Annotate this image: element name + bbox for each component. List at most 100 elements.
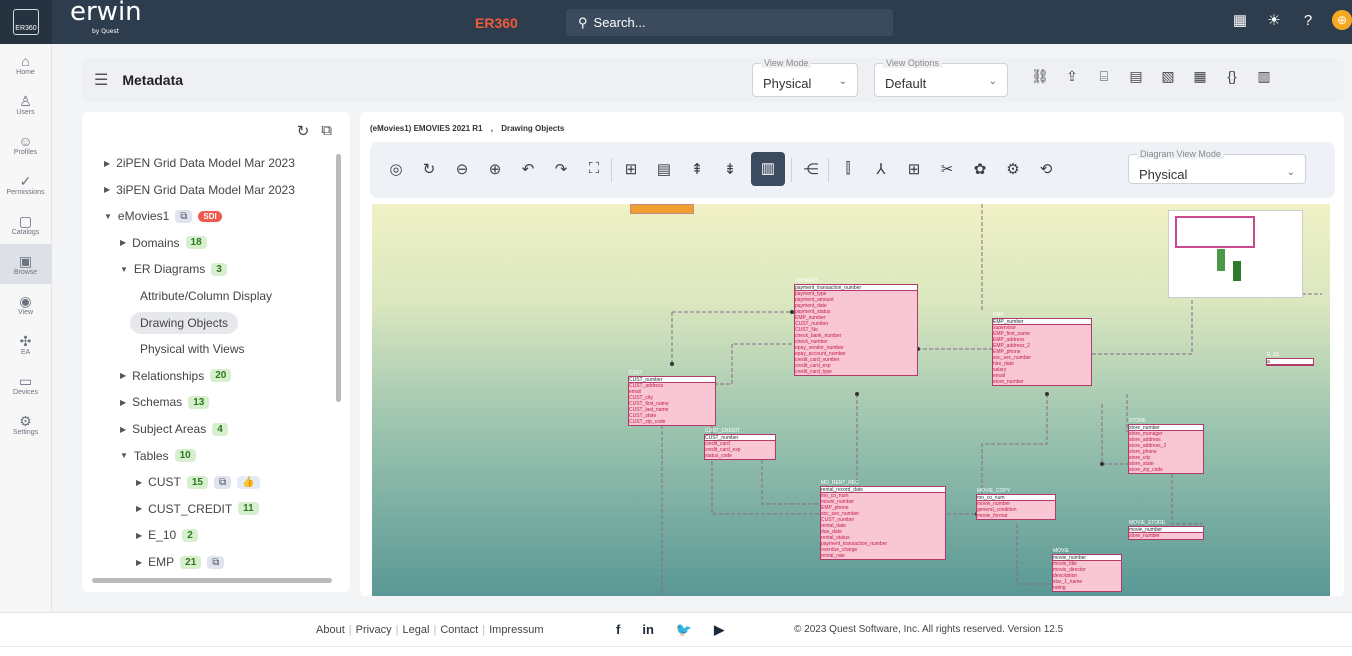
nav-item-settings[interactable]: ⚙ Settings	[0, 404, 51, 444]
facebook-icon[interactable]: f	[616, 622, 620, 638]
collapsed-arrow-icon[interactable]: ▶	[120, 425, 126, 434]
view-options-select[interactable]: View Options Default ⌄	[874, 58, 1008, 97]
tree-node[interactable]: ▶ Domains 18	[120, 236, 207, 250]
entity-cust_credit[interactable]: CUST_CREDIT CUST_number credit_card credit_…	[704, 428, 776, 460]
toolbar-icon-6[interactable]: ⛶	[582, 160, 606, 177]
collapsed-arrow-icon[interactable]: ▶	[120, 398, 126, 407]
breadcrumb-model[interactable]: (eMovies1) EMOVIES 2021 R1	[370, 124, 483, 133]
toolbar-icon-15[interactable]: ⊞	[902, 160, 926, 178]
entity-payment[interactable]: PAYMENT payment_transaction_number payment…	[794, 278, 918, 376]
nav-item-catalogs[interactable]: ▢ Catalogs	[0, 204, 51, 244]
tree-node[interactable]: Attribute/Column Display	[140, 289, 272, 303]
nav-item-devices[interactable]: ▭ Devices	[0, 364, 51, 404]
toolbar-icon-0[interactable]: ◎	[384, 160, 408, 178]
toolbar-icon-18[interactable]: ⚙	[1001, 160, 1025, 178]
entity-movie_store[interactable]: MOVIE_STORE movie_number store_number	[1128, 520, 1204, 540]
expanded-arrow-icon[interactable]: ▼	[120, 265, 128, 274]
copy-icon[interactable]: ⧉	[321, 122, 332, 140]
save-icon[interactable]: ▦	[1230, 11, 1250, 29]
collapsed-arrow-icon[interactable]: ▶	[136, 558, 142, 567]
toolbar-icon-11[interactable]: ▥	[751, 152, 785, 186]
help-icon[interactable]: ?	[1298, 12, 1318, 29]
tree-node[interactable]: Physical with Views	[140, 342, 244, 356]
diagram-minimap[interactable]	[1168, 210, 1303, 298]
twitter-icon[interactable]: 🐦	[676, 622, 692, 638]
global-search[interactable]: ⚲ Search...	[566, 9, 893, 36]
refresh-icon[interactable]: ↻	[297, 122, 310, 140]
menu-toggle-icon[interactable]: ☰	[94, 70, 108, 90]
footer-link-impressum[interactable]: Impressum	[489, 624, 543, 636]
toolbar-icon-4[interactable]: ↶	[516, 160, 540, 178]
youtube-icon[interactable]: ▶	[714, 622, 724, 638]
globe-icon[interactable]: ⊕	[1332, 10, 1352, 30]
tree-node[interactable]: ▼ ER Diagrams 3	[120, 262, 227, 276]
nav-item-profiles[interactable]: ☺ Profiles	[0, 124, 51, 164]
tree-node[interactable]: Drawing Objects	[130, 311, 239, 334]
excel-export-icon[interactable]: ▦	[1184, 68, 1216, 85]
minimap-viewport[interactable]	[1175, 216, 1255, 248]
tree-node[interactable]: ▶ CUST_CREDIT 11	[136, 502, 259, 516]
collapsed-arrow-icon[interactable]: ▶	[136, 504, 142, 513]
tree-node[interactable]: ▶ EMP 21 ⧉	[136, 555, 225, 569]
toolbar-icon-5[interactable]: ↷	[549, 160, 573, 178]
home-logo[interactable]: ER360	[0, 0, 52, 44]
tree-node[interactable]: ▶ 2iPEN Grid Data Model Mar 2023	[104, 156, 295, 170]
tree-node[interactable]: ▼ eMovies1 ⧉ SDI	[104, 209, 222, 223]
footer-link-privacy[interactable]: Privacy	[356, 624, 392, 636]
tree-node[interactable]: ▼ Tables 10	[120, 449, 196, 463]
toolbar-icon-9[interactable]: ⇞	[685, 160, 709, 178]
tree-horizontal-scrollbar[interactable]	[92, 578, 332, 583]
nav-item-home[interactable]: ⌂ Home	[0, 44, 51, 84]
toolbar-icon-12[interactable]: ⋲	[799, 160, 823, 178]
expanded-arrow-icon[interactable]: ▼	[104, 212, 112, 221]
toolbar-icon-3[interactable]: ⊕	[483, 160, 507, 178]
nav-item-browse[interactable]: ▣ Browse	[0, 244, 51, 284]
tree-node[interactable]: ▶ 3iPEN Grid Data Model Mar 2023	[104, 183, 295, 197]
tree-vertical-scrollbar[interactable]	[336, 154, 341, 402]
entity-store[interactable]: STORE store_number store_manager store_addr…	[1128, 418, 1204, 474]
footer-link-contact[interactable]: Contact	[440, 624, 478, 636]
json-icon[interactable]: {}	[1216, 68, 1248, 85]
collapsed-arrow-icon[interactable]: ▶	[120, 238, 126, 247]
toolbar-icon-1[interactable]: ↻	[417, 160, 441, 178]
entity-movie[interactable]: MOVIE movie_number movie_title movie_direct…	[1052, 548, 1122, 592]
toolbar-icon-13[interactable]: ⫿	[836, 160, 860, 177]
toolbar-icon-17[interactable]: ✿	[968, 160, 992, 178]
report-icon[interactable]: ▥	[1248, 68, 1280, 85]
footer-link-about[interactable]: About	[316, 624, 345, 636]
toolbar-icon-19[interactable]: ⟲	[1034, 160, 1058, 178]
tree-node[interactable]: ▶ Relationships 20	[120, 369, 232, 383]
toolbar-icon-16[interactable]: ✂	[935, 160, 959, 178]
er-diagram-canvas[interactable]: PAYMENT payment_transaction_number payment…	[372, 204, 1330, 596]
hierarchy-icon[interactable]: ⌸	[1088, 68, 1120, 85]
tree-node[interactable]: ▶ CUST 15 ⧉ 👍	[136, 475, 260, 489]
entity-movie_copy[interactable]: MOVIE_COPY mo_co_num movie_number general_c…	[976, 488, 1056, 520]
tree-node[interactable]: ▶ Subject Areas 4	[120, 422, 228, 436]
expanded-arrow-icon[interactable]: ▼	[120, 451, 128, 460]
collapsed-arrow-icon[interactable]: ▶	[136, 478, 142, 487]
collapsed-arrow-icon[interactable]: ▶	[136, 531, 142, 540]
toolbar-icon-2[interactable]: ⊖	[450, 160, 474, 178]
csv-export-icon[interactable]: ▧	[1152, 68, 1184, 85]
tree-node[interactable]: ▶ Schemas 13	[120, 395, 210, 409]
linkedin-icon[interactable]: in	[642, 622, 654, 638]
comment-icon[interactable]: ▤	[1120, 68, 1152, 85]
toolbar-icon-14[interactable]: ⅄	[869, 160, 893, 178]
entity-emp[interactable]: EMP EMP_number supervisor EMP_first_name EMP…	[992, 312, 1092, 386]
nav-item-ea[interactable]: ✣ EA	[0, 324, 51, 364]
entity-mo_rent_rec[interactable]: MO_RENT_REC rental_record_date mo_co_num mo…	[820, 480, 946, 560]
theme-sun-icon[interactable]: ☀	[1264, 11, 1284, 29]
toolbar-icon-7[interactable]: ⊞	[619, 160, 643, 178]
tree-node[interactable]: ▶ E_10 2	[136, 528, 198, 542]
entity-cust[interactable]: CUST CUST_number CUST_address email CUST_cit…	[628, 370, 716, 426]
collapsed-arrow-icon[interactable]: ▶	[120, 371, 126, 380]
nav-item-view[interactable]: ◉ View	[0, 284, 51, 324]
entity-e_10[interactable]: E_10 a	[1266, 352, 1314, 366]
nav-item-users[interactable]: ♙ Users	[0, 84, 51, 124]
nav-item-permissions[interactable]: ✓ Permissions	[0, 164, 51, 204]
diagram-view-mode-select[interactable]: Diagram View Mode Physical ⌄	[1128, 149, 1306, 184]
collapsed-arrow-icon[interactable]: ▶	[104, 185, 110, 194]
toolbar-icon-8[interactable]: ▤	[652, 160, 676, 178]
view-mode-select[interactable]: View Mode Physical ⌄	[752, 58, 858, 97]
toolbar-icon-10[interactable]: ⇟	[718, 160, 742, 178]
